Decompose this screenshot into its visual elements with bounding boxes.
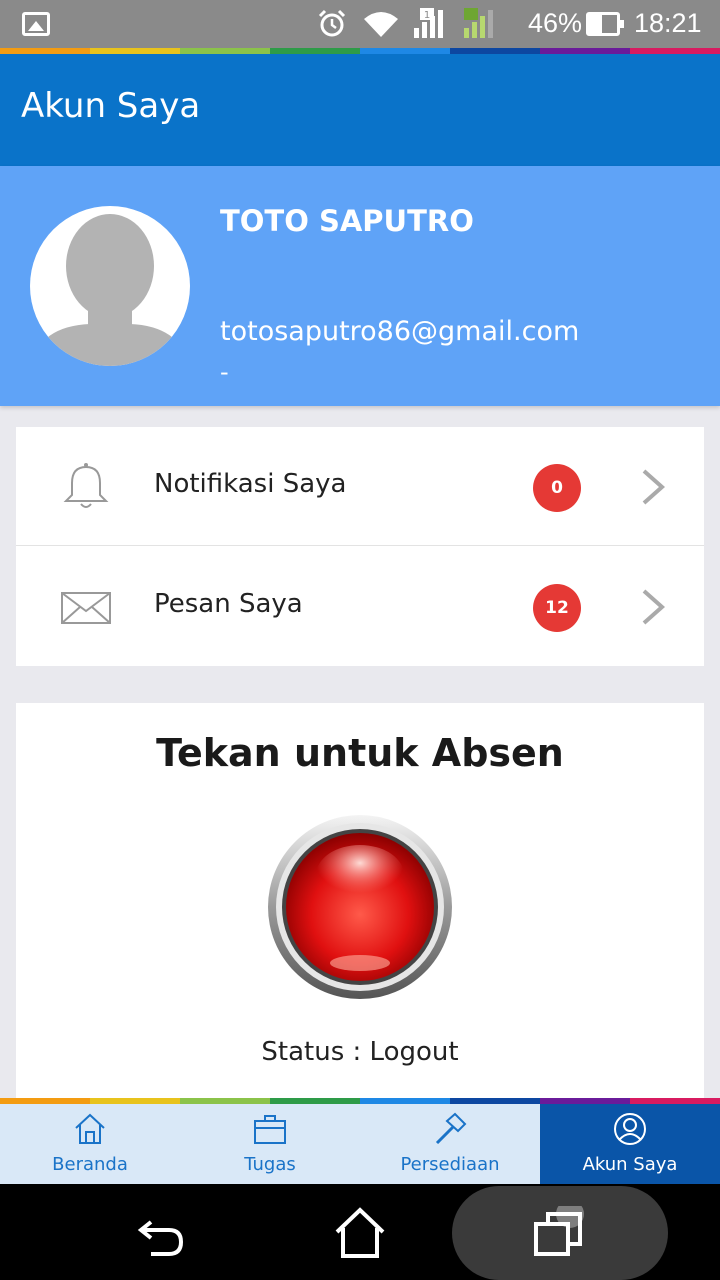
message-count-badge: 12 xyxy=(533,584,581,632)
recent-apps-icon[interactable] xyxy=(532,1206,586,1260)
page-title: Akun Saya xyxy=(21,86,201,126)
menu-item-notifikasi[interactable]: Notifikasi Saya 0 xyxy=(16,427,704,546)
status-bar: 1 46% 18:21 xyxy=(0,0,720,48)
home-icon xyxy=(75,1113,105,1144)
status-icons: 1 xyxy=(316,8,500,40)
user-extra: - xyxy=(220,358,229,386)
user-name: TOTO SAPUTRO xyxy=(220,204,474,238)
bell-icon xyxy=(63,463,109,508)
battery-icon xyxy=(586,12,624,36)
alarm-icon xyxy=(318,9,346,37)
nav-tab-akun-saya[interactable]: Akun Saya xyxy=(540,1104,720,1184)
nav-tab-persediaan[interactable]: Persediaan xyxy=(360,1104,540,1184)
menu-item-pesan[interactable]: Pesan Saya 12 xyxy=(16,547,704,666)
profile-header: TOTO SAPUTRO totosaputro86@gmail.com - xyxy=(0,166,720,406)
nav-label: Akun Saya xyxy=(582,1154,678,1175)
back-icon[interactable] xyxy=(133,1206,187,1260)
chevron-right-icon xyxy=(642,589,666,625)
menu-card: Notifikasi Saya 0 Pesan Saya 12 xyxy=(16,427,704,666)
clock: 18:21 xyxy=(634,8,702,38)
gallery-icon xyxy=(22,12,50,36)
notification-count-badge: 0 xyxy=(533,464,581,512)
avatar[interactable] xyxy=(30,206,190,366)
envelope-icon xyxy=(61,592,111,624)
attendance-card: Tekan untuk Absen Status: Logout xyxy=(16,703,704,1103)
bottom-nav: Beranda Tugas Persediaan Akun Saya xyxy=(0,1104,720,1184)
attendance-status: Status : Logout xyxy=(261,1037,459,1067)
home-button-icon[interactable] xyxy=(333,1206,387,1260)
nav-label: Tugas xyxy=(244,1154,296,1175)
svg-text:1: 1 xyxy=(424,10,430,21)
battery-percent: 46% xyxy=(528,8,583,38)
user-email: totosaputro86@gmail.com xyxy=(220,316,580,347)
signal-sim2-icon xyxy=(464,8,493,38)
system-nav-bar xyxy=(0,1184,720,1280)
user-icon xyxy=(614,1113,646,1145)
default-avatar-icon xyxy=(30,214,190,366)
menu-item-label: Notifikasi Saya xyxy=(154,469,347,499)
app-bar: Akun Saya xyxy=(0,54,720,166)
attendance-button[interactable] xyxy=(266,813,454,1001)
nav-label: Beranda xyxy=(52,1154,128,1175)
wifi-icon xyxy=(364,12,398,37)
signal-sim1-icon: 1 xyxy=(414,8,443,38)
hammer-icon xyxy=(435,1112,467,1145)
nav-tab-tugas[interactable]: Tugas xyxy=(180,1104,360,1184)
briefcase-icon xyxy=(254,1115,286,1144)
red-button-icon xyxy=(268,815,452,999)
attendance-title: Tekan untuk Absen xyxy=(156,731,564,775)
nav-label: Persediaan xyxy=(400,1154,500,1175)
nav-tab-beranda[interactable]: Beranda xyxy=(0,1104,180,1184)
chevron-right-icon xyxy=(642,469,666,505)
menu-item-label: Pesan Saya xyxy=(154,589,303,619)
